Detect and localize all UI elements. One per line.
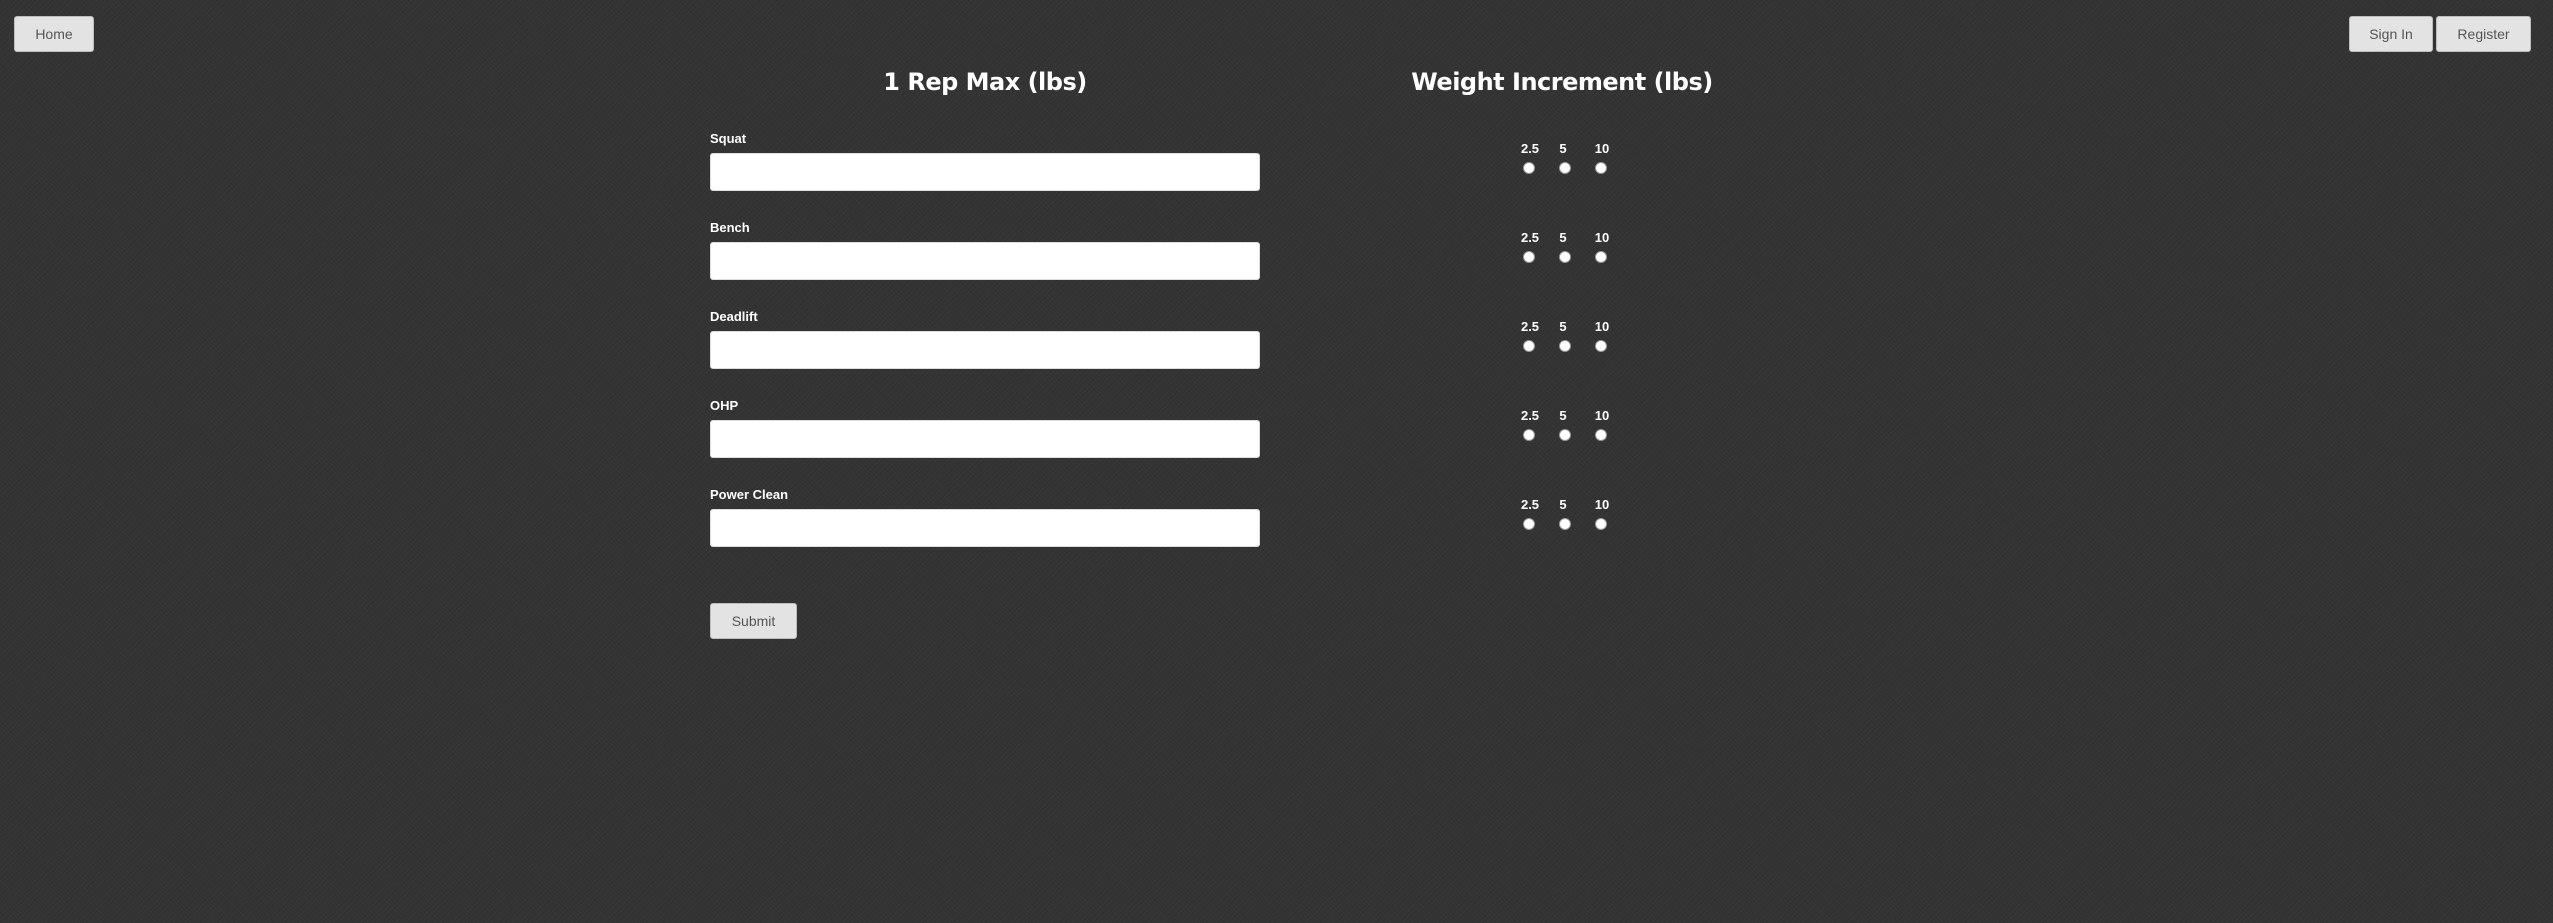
increment-option-label: 10: [1594, 230, 1610, 245]
power-clean-increment-radio-5[interactable]: [1559, 518, 1571, 530]
register-button[interactable]: Register: [2436, 16, 2531, 52]
bench-input[interactable]: [710, 242, 1260, 280]
increment-option-label: 5: [1559, 497, 1567, 512]
squat-increment-radio-5[interactable]: [1559, 162, 1571, 174]
ohp-input[interactable]: [710, 420, 1260, 458]
power-clean-input[interactable]: [710, 509, 1260, 547]
deadlift-increment-group: 2.5 5 10: [1512, 319, 1612, 355]
rep-max-heading: 1 Rep Max (lbs): [883, 68, 1087, 96]
power-clean-increment-group: 2.5 5 10: [1512, 497, 1612, 533]
deadlift-increment-radio-2-5[interactable]: [1523, 340, 1535, 352]
submit-button[interactable]: Submit: [710, 603, 797, 639]
ohp-increment-group: 2.5 5 10: [1512, 408, 1612, 444]
increment-option-label: 2.5: [1520, 319, 1540, 334]
weight-increment-heading: Weight Increment (lbs): [1411, 68, 1713, 96]
increment-option-label: 2.5: [1520, 141, 1540, 156]
increment-option-label: 2.5: [1520, 408, 1540, 423]
increment-option-label: 2.5: [1520, 497, 1540, 512]
power-clean-increment-radio-10[interactable]: [1595, 518, 1607, 530]
home-button[interactable]: Home: [14, 16, 94, 52]
deadlift-increment-radio-5[interactable]: [1559, 340, 1571, 352]
deadlift-increment-radio-10[interactable]: [1595, 340, 1607, 352]
bench-increment-radio-2-5[interactable]: [1523, 251, 1535, 263]
increment-option-label: 5: [1559, 408, 1567, 423]
deadlift-label: Deadlift: [710, 309, 758, 324]
ohp-increment-radio-10[interactable]: [1595, 429, 1607, 441]
ohp-increment-radio-5[interactable]: [1559, 429, 1571, 441]
squat-increment-group: 2.5 5 10: [1512, 141, 1612, 177]
increment-option-label: 5: [1559, 319, 1567, 334]
ohp-increment-radio-2-5[interactable]: [1523, 429, 1535, 441]
deadlift-input[interactable]: [710, 331, 1260, 369]
increment-option-label: 10: [1594, 141, 1610, 156]
bench-increment-radio-5[interactable]: [1559, 251, 1571, 263]
increment-option-label: 2.5: [1520, 230, 1540, 245]
squat-label: Squat: [710, 131, 747, 146]
bench-increment-radio-10[interactable]: [1595, 251, 1607, 263]
increment-option-label: 10: [1594, 408, 1610, 423]
bench-increment-group: 2.5 5 10: [1512, 230, 1612, 266]
bench-label: Bench: [710, 220, 750, 235]
increment-option-label: 10: [1594, 319, 1610, 334]
squat-increment-radio-10[interactable]: [1595, 162, 1607, 174]
increment-option-label: 5: [1559, 141, 1567, 156]
power-clean-increment-radio-2-5[interactable]: [1523, 518, 1535, 530]
sign-in-button[interactable]: Sign In: [2349, 16, 2433, 52]
squat-increment-radio-2-5[interactable]: [1523, 162, 1535, 174]
squat-input[interactable]: [710, 153, 1260, 191]
increment-option-label: 5: [1559, 230, 1567, 245]
increment-option-label: 10: [1594, 497, 1610, 512]
ohp-label: OHP: [710, 398, 739, 413]
power-clean-label: Power Clean: [710, 487, 789, 502]
